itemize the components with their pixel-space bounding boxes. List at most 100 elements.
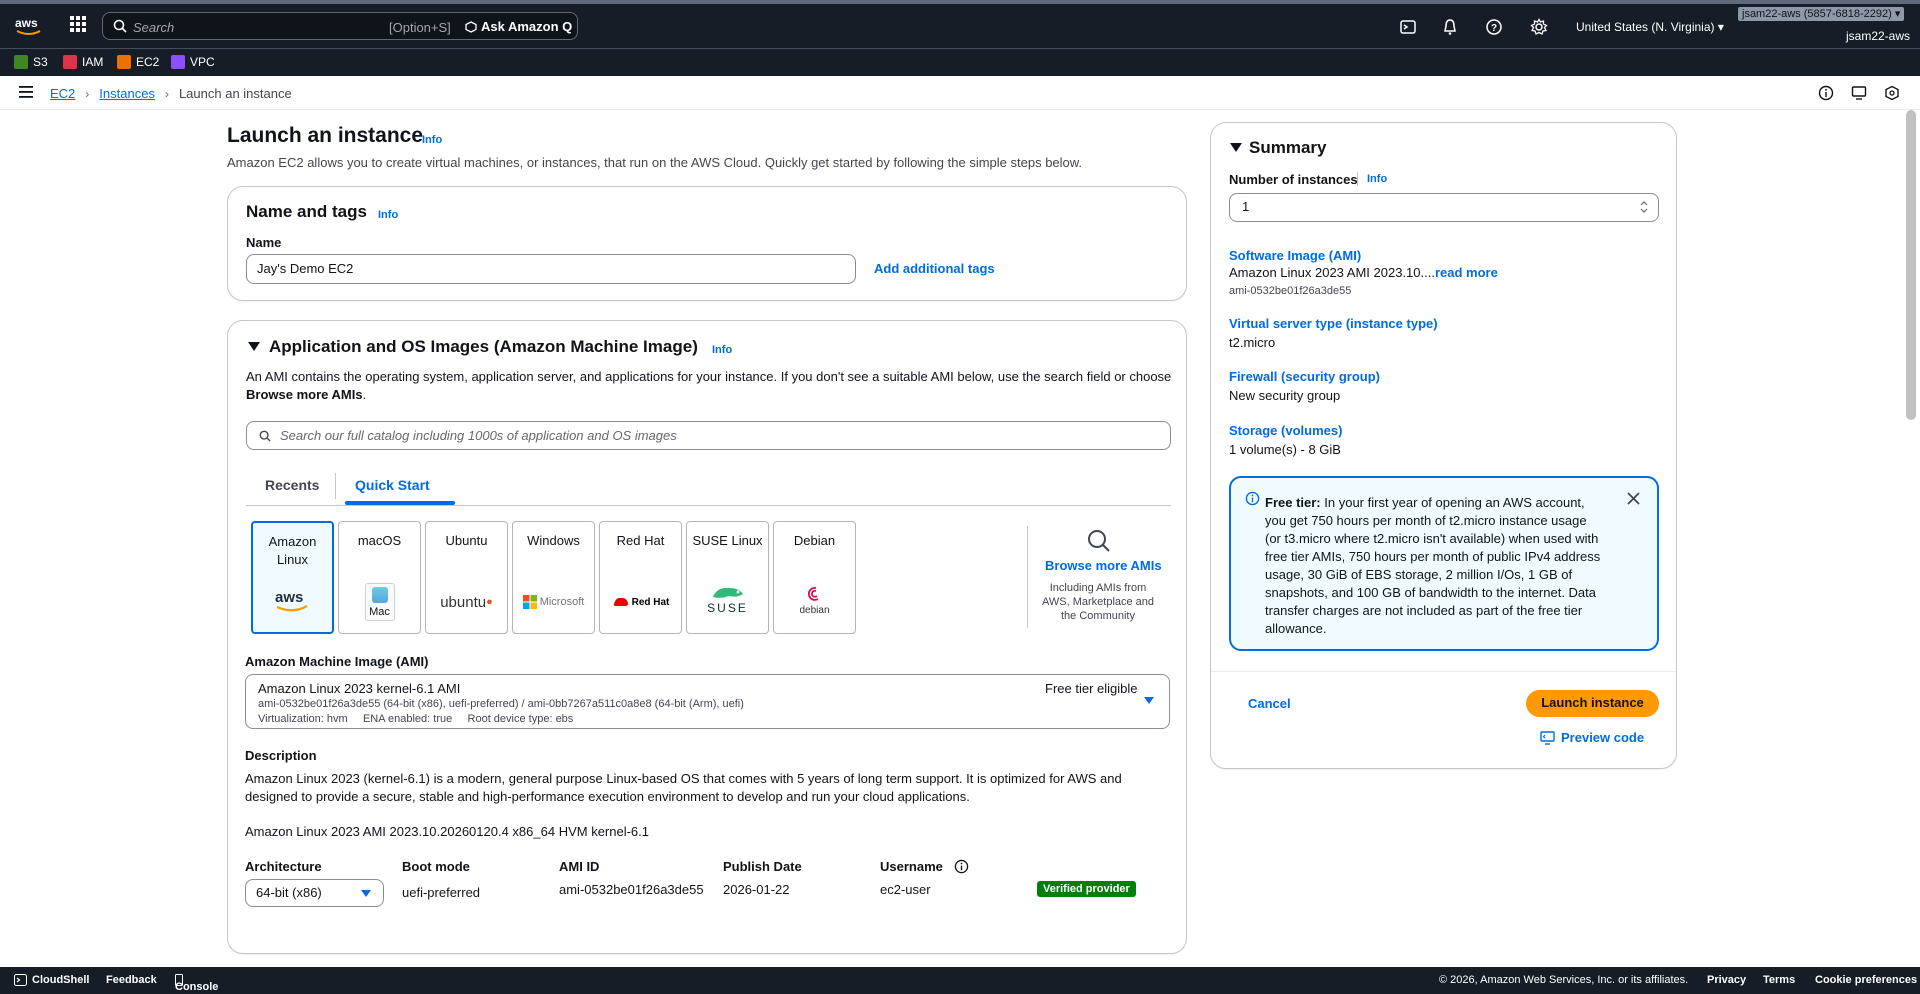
- account-badge[interactable]: jsam22-aws (5857-6818-2292) ▾: [1738, 7, 1905, 21]
- software-image-text: Amazon Linux 2023 AMI 2023.10....: [1229, 265, 1435, 280]
- favorite-iam[interactable]: IAM: [63, 55, 103, 69]
- favorite-vpc[interactable]: VPC: [171, 55, 215, 69]
- number-of-instances-label: Number of instances: [1229, 172, 1358, 187]
- tab-quick-start[interactable]: Quick Start: [355, 477, 430, 493]
- name-and-tags-card: Name and tags Info Name Jay's Demo EC2 A…: [227, 186, 1187, 301]
- software-image-value: Amazon Linux 2023 AMI 2023.10....read mo…: [1229, 264, 1498, 282]
- cloudshell-icon[interactable]: [1399, 18, 1417, 36]
- launch-instance-button[interactable]: Launch instance: [1526, 690, 1659, 717]
- free-tier-eligible: Free tier eligible: [1045, 681, 1138, 696]
- tile-amazon-linux[interactable]: Amazon Linux aws: [251, 521, 334, 634]
- browse-sub-line: Including AMIs from: [1049, 582, 1147, 594]
- amazon-q-panel-icon[interactable]: [1884, 85, 1900, 101]
- region-selector[interactable]: United States (N. Virginia) ▾: [1576, 20, 1724, 34]
- page-info-link[interactable]: Info: [422, 134, 442, 146]
- ami-desc-end: .: [362, 387, 367, 402]
- microsoft-logo-icon: Microsoft: [513, 585, 594, 619]
- feedback-link[interactable]: Feedback: [106, 974, 157, 986]
- tile-label: SUSE Linux: [692, 533, 763, 548]
- browse-more-amis-link[interactable]: Browse more AMIs: [1045, 558, 1162, 573]
- architecture-select[interactable]: 64-bit (x86): [245, 879, 384, 907]
- summary-info-link[interactable]: Info: [1367, 173, 1387, 185]
- search-icon: [259, 430, 271, 442]
- cloudshell-footer-button[interactable]: CloudShell: [14, 974, 89, 986]
- free-tier-body: In your first year of opening an AWS acc…: [1265, 495, 1601, 636]
- copyright: © 2026, Amazon Web Services, Inc. or its…: [1439, 974, 1689, 986]
- search-shortcut: [Option+S]: [389, 20, 451, 35]
- account-badge-label: jsam22-aws (5857-6818-2292): [1742, 8, 1892, 20]
- terms-link[interactable]: Terms: [1763, 974, 1795, 986]
- firewall-link[interactable]: Firewall (security group): [1229, 369, 1380, 384]
- stepper-arrows-icon[interactable]: [1640, 200, 1648, 214]
- tile-red-hat[interactable]: Red Hat Red Hat: [599, 521, 682, 634]
- help-icon[interactable]: ?: [1485, 18, 1503, 36]
- architecture-label: Architecture: [245, 859, 322, 874]
- browse-more-amis-inline: Browse more AMIs: [246, 387, 363, 402]
- ami-info-link[interactable]: Info: [712, 344, 732, 356]
- ami-long-description: Amazon Linux 2023 (kernel-6.1) is a mode…: [245, 771, 1122, 804]
- name-tags-info-link[interactable]: Info: [378, 209, 398, 221]
- name-input[interactable]: Jay's Demo EC2: [246, 254, 856, 284]
- settings-gear-icon[interactable]: [1530, 18, 1548, 36]
- number-of-instances-input[interactable]: 1: [1229, 193, 1659, 222]
- free-tier-alert: Free tier: In your first year of opening…: [1229, 476, 1659, 651]
- tile-windows[interactable]: Windows Microsoft: [512, 521, 595, 634]
- preview-code-button[interactable]: Preview code: [1540, 730, 1644, 745]
- info-panel-icon[interactable]: [1818, 85, 1834, 101]
- close-icon[interactable]: [1627, 492, 1640, 505]
- page-scrollbar[interactable]: [1906, 110, 1916, 420]
- aws-logo-icon[interactable]: aws: [14, 14, 44, 38]
- browse-more-subtitle: Including AMIs from AWS, Marketplace and…: [1033, 581, 1163, 623]
- global-search[interactable]: Search [Option+S] Ask Amazon Q: [102, 12, 578, 40]
- ubuntu-logo-text: ubuntu: [440, 593, 487, 611]
- favorite-label: IAM: [82, 55, 104, 69]
- privacy-link[interactable]: Privacy: [1707, 974, 1746, 986]
- tabs-underline: [246, 505, 1171, 506]
- tile-ubuntu[interactable]: Ubuntu ubuntu ●: [425, 521, 508, 634]
- page-subtitle: Amazon EC2 allows you to create virtual …: [227, 155, 1083, 170]
- breadcrumb-bar: EC2 › Instances › Launch an instance: [0, 76, 1920, 110]
- instance-type-value: t2.micro: [1229, 335, 1276, 350]
- ec2-icon: [117, 55, 131, 69]
- redhat-logo-icon: Red Hat: [600, 585, 681, 619]
- info-circle-icon[interactable]: [954, 859, 969, 874]
- tile-suse-linux[interactable]: SUSE Linux SUSE: [686, 521, 769, 634]
- favorite-s3[interactable]: S3: [14, 55, 48, 69]
- ask-amazon-q-button[interactable]: Ask Amazon Q: [465, 19, 572, 34]
- read-more-link[interactable]: read more: [1435, 265, 1498, 280]
- browse-sub-line: the Community: [1061, 610, 1135, 622]
- add-additional-tags-link[interactable]: Add additional tags: [874, 261, 995, 276]
- breadcrumb-instances[interactable]: Instances: [99, 86, 155, 101]
- console-mobile-app-link[interactable]: Console Mobile App: [175, 974, 218, 994]
- favorites-bar: S3 IAM EC2 VPC: [0, 48, 1920, 76]
- boot-mode-value: uefi-preferred: [402, 885, 481, 900]
- account-name[interactable]: jsam22-aws: [1846, 29, 1910, 43]
- suse-logo-text: SUSE: [707, 601, 748, 615]
- services-grid-icon[interactable]: [70, 16, 86, 32]
- favorite-ec2[interactable]: EC2: [117, 55, 159, 69]
- notifications-bell-icon[interactable]: [1441, 18, 1459, 36]
- top-navigation: aws Search [Option+S] Ask Amazon Q ? Uni…: [0, 0, 1920, 48]
- ami-search-input[interactable]: Search our full catalog including 1000s …: [246, 421, 1171, 450]
- cookie-preferences-link[interactable]: Cookie preferences: [1815, 974, 1917, 986]
- tile-debian[interactable]: Debian debian: [773, 521, 856, 634]
- tab-recents[interactable]: Recents: [265, 477, 319, 493]
- cancel-button[interactable]: Cancel: [1248, 696, 1291, 711]
- breadcrumb-ec2[interactable]: EC2: [50, 86, 75, 101]
- hamburger-menu-icon[interactable]: [19, 86, 33, 98]
- tile-label: Amazon Linux: [268, 534, 317, 567]
- label-divider: [1357, 172, 1358, 186]
- ami-select[interactable]: Amazon Linux 2023 kernel-6.1 AMI ami-053…: [245, 674, 1170, 729]
- collapse-caret-icon[interactable]: [248, 342, 260, 352]
- chevron-right-icon: ›: [85, 86, 90, 101]
- browse-search-icon[interactable]: [1087, 529, 1111, 553]
- tile-macos[interactable]: macOS Mac: [338, 521, 421, 634]
- tutorial-panel-icon[interactable]: [1851, 85, 1867, 101]
- software-image-link[interactable]: Software Image (AMI): [1229, 248, 1361, 263]
- collapse-caret-icon[interactable]: [1230, 143, 1242, 153]
- storage-value: 1 volume(s) - 8 GiB: [1229, 442, 1341, 457]
- storage-link[interactable]: Storage (volumes): [1229, 423, 1342, 438]
- firewall-value: New security group: [1229, 388, 1341, 403]
- instance-type-link[interactable]: Virtual server type (instance type): [1229, 316, 1438, 331]
- suse-logo-icon: SUSE: [687, 581, 768, 619]
